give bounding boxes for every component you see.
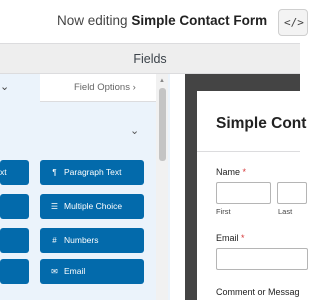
- embed-button[interactable]: </>: [278, 9, 308, 36]
- editing-prefix: Now editing: [57, 13, 128, 28]
- field-button-label: xt: [0, 167, 7, 177]
- fields-bar: Fields: [0, 44, 300, 74]
- title-divider: [197, 151, 300, 152]
- hash-icon: #: [52, 236, 57, 245]
- scroll-up-icon[interactable]: ▲: [159, 78, 165, 84]
- form-preview-title: Simple Cont: [216, 115, 307, 132]
- tab-add-fields[interactable]: ⌄: [0, 74, 40, 102]
- fields-title: Fields: [133, 52, 167, 66]
- field-button-label: Paragraph Text: [64, 167, 122, 177]
- field-button[interactable]: [0, 259, 29, 284]
- form-preview-card: Simple Cont Name * First Last Email * Co…: [197, 91, 308, 300]
- form-name: Simple Contact Form: [131, 13, 268, 28]
- name-label-text: Name: [216, 167, 241, 177]
- editing-title: Now editing Simple Contact Form: [57, 13, 267, 28]
- field-button-label: Numbers: [64, 235, 99, 245]
- last-name-input[interactable]: [277, 182, 307, 204]
- comment-field-label[interactable]: Comment or Messag: [216, 287, 300, 297]
- panel-scrollbar[interactable]: ▲: [156, 74, 168, 300]
- scroll-thumb[interactable]: [159, 88, 166, 161]
- field-button-numbers[interactable]: # Numbers: [40, 228, 144, 253]
- field-button[interactable]: [0, 228, 29, 253]
- field-button-label: Multiple Choice: [64, 201, 123, 211]
- required-marker: *: [241, 233, 245, 243]
- first-sublabel: First: [216, 207, 231, 216]
- fields-panel: ⌄ Field Options › ⌄ ▲ xt ¶ Paragraph Text…: [0, 74, 170, 300]
- email-label-text: Email: [216, 233, 239, 243]
- last-sublabel: Last: [278, 207, 293, 216]
- paragraph-icon: ¶: [52, 168, 57, 177]
- required-marker: *: [242, 167, 247, 177]
- field-button-text[interactable]: xt: [0, 160, 29, 185]
- panel-divider: [170, 74, 185, 300]
- field-button-label: Email: [64, 266, 86, 276]
- chevron-down-icon[interactable]: ⌄: [130, 124, 139, 137]
- top-bar: Now editing Simple Contact Form </>: [0, 0, 308, 44]
- email-field-label[interactable]: Email *: [216, 233, 245, 243]
- first-name-input[interactable]: [216, 182, 271, 204]
- field-button-multiple-choice[interactable]: ☰ Multiple Choice: [40, 194, 144, 219]
- tab-field-options[interactable]: Field Options ›: [40, 74, 156, 102]
- name-field-label[interactable]: Name *: [216, 167, 246, 177]
- field-button-paragraph-text[interactable]: ¶ Paragraph Text: [40, 160, 144, 185]
- field-button[interactable]: [0, 194, 29, 219]
- field-button-email[interactable]: ✉ Email: [40, 259, 144, 284]
- envelope-icon: ✉: [51, 267, 58, 276]
- list-icon: ☰: [50, 202, 59, 211]
- email-input[interactable]: [216, 248, 308, 270]
- chevron-down-icon: ⌄: [0, 81, 10, 93]
